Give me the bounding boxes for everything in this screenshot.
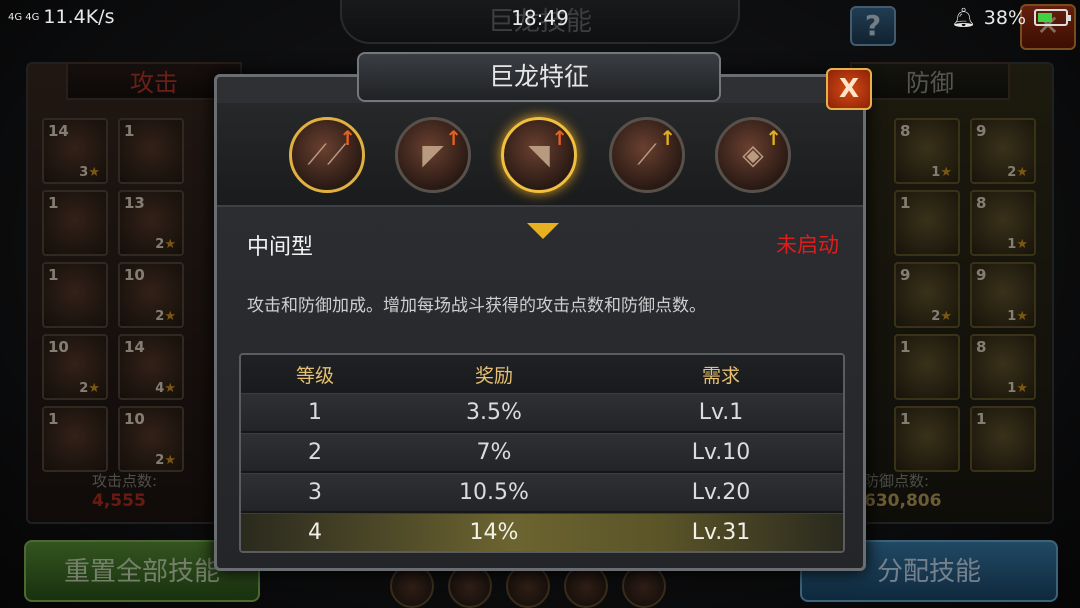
table-row: 1 3.5% Lv.1	[241, 393, 843, 431]
selection-pointer	[527, 223, 559, 239]
reward-table: 等级 奖励 需求 1 3.5% Lv.1 2 7% Lv.10 3 10.5% …	[239, 353, 845, 553]
header-reward: 奖励	[474, 364, 513, 387]
dragon-traits-modal: ⟋⟋ ↑ ◤ ↑ ◥ ↑ ⟋ ↑ ◈ ↑ 中间型 未启动 攻击和防御加成。增加每场战斗获得…	[214, 74, 866, 571]
row-reward: 3.5%	[466, 400, 522, 425]
row-reward: 14%	[469, 520, 519, 545]
upgrade-arrow-icon: ↑	[445, 126, 462, 150]
row-level: 4	[308, 520, 322, 545]
header-requirement: 需求	[701, 364, 740, 387]
row-level: 1	[308, 400, 322, 425]
trait-selector: ⟋⟋ ↑ ◤ ↑ ◥ ↑ ⟋ ↑ ◈ ↑	[217, 103, 863, 239]
table-row: 3 10.5% Lv.20	[241, 473, 843, 511]
status-bar: 4G 4G 11.4K/s 18:49 🔔︎ 38%	[0, 0, 1080, 34]
trait-claw[interactable]: ⟋⟋ ↑	[289, 117, 365, 193]
row-requirement: Lv.1	[698, 400, 744, 425]
modal-close-button[interactable]: X	[826, 68, 872, 110]
trait-dragon-head[interactable]: ◤ ↑	[395, 117, 471, 193]
row-requirement: Lv.20	[691, 480, 751, 505]
row-reward: 7%	[476, 440, 512, 465]
row-requirement: Lv.10	[691, 440, 751, 465]
header-level: 等级	[295, 364, 334, 387]
row-reward: 10.5%	[459, 480, 529, 505]
upgrade-arrow-icon: ↑	[765, 126, 782, 150]
upgrade-arrow-icon: ↑	[551, 126, 568, 150]
table-row: 2 7% Lv.10	[241, 433, 843, 471]
row-level: 2	[308, 440, 322, 465]
trait-name: 中间型	[247, 235, 314, 260]
trait-dragon-body[interactable]: ◥ ↑	[501, 117, 577, 193]
upgrade-arrow-icon: ↑	[659, 126, 676, 150]
game-screen: 4G 4G 11.4K/s 18:49 🔔︎ 38% 巨龙技能 ? ✕ 14 3★ 1…	[0, 0, 1080, 608]
row-requirement: Lv.31	[691, 520, 751, 545]
trait-scale[interactable]: ◈ ↑	[715, 117, 791, 193]
alarm-icon: 🔔︎	[951, 7, 976, 29]
upgrade-arrow-icon: ↑	[339, 126, 356, 150]
battery-percent: 38%	[983, 6, 1026, 29]
table-row-highlighted: 4 14% Lv.31	[241, 513, 843, 551]
trait-description: 攻击和防御加成。增加每场战斗获得的攻击点数和防御点数。	[247, 296, 706, 316]
clock: 18:49	[511, 6, 569, 30]
trait-horn[interactable]: ⟋ ↑	[609, 117, 685, 193]
modal-title: 巨龙特征	[357, 52, 721, 102]
status-right: 🔔︎ 38%	[951, 6, 1071, 29]
row-level: 3	[308, 480, 322, 505]
trait-status: 未启动	[776, 233, 839, 257]
table-header: 等级 奖励 需求	[241, 355, 843, 393]
battery-icon	[1034, 9, 1071, 26]
